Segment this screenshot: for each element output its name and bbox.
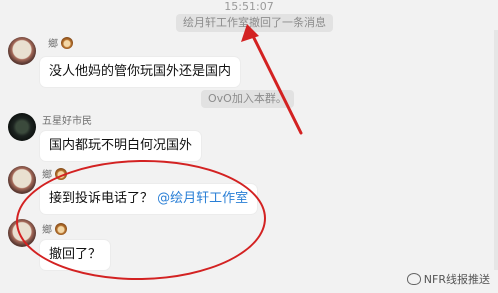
watermark: NFR线报推送: [406, 271, 490, 287]
annotation-arrow: [241, 24, 303, 135]
scrollbar[interactable]: [494, 30, 498, 270]
watermark-text: NFR线报推送: [423, 273, 490, 286]
chat-window: 15:51:07 绘月轩工作室撤回了一条消息 鄉 没人他妈的管你玩国外还是国内 …: [0, 0, 498, 293]
wechat-icon: [406, 273, 421, 285]
